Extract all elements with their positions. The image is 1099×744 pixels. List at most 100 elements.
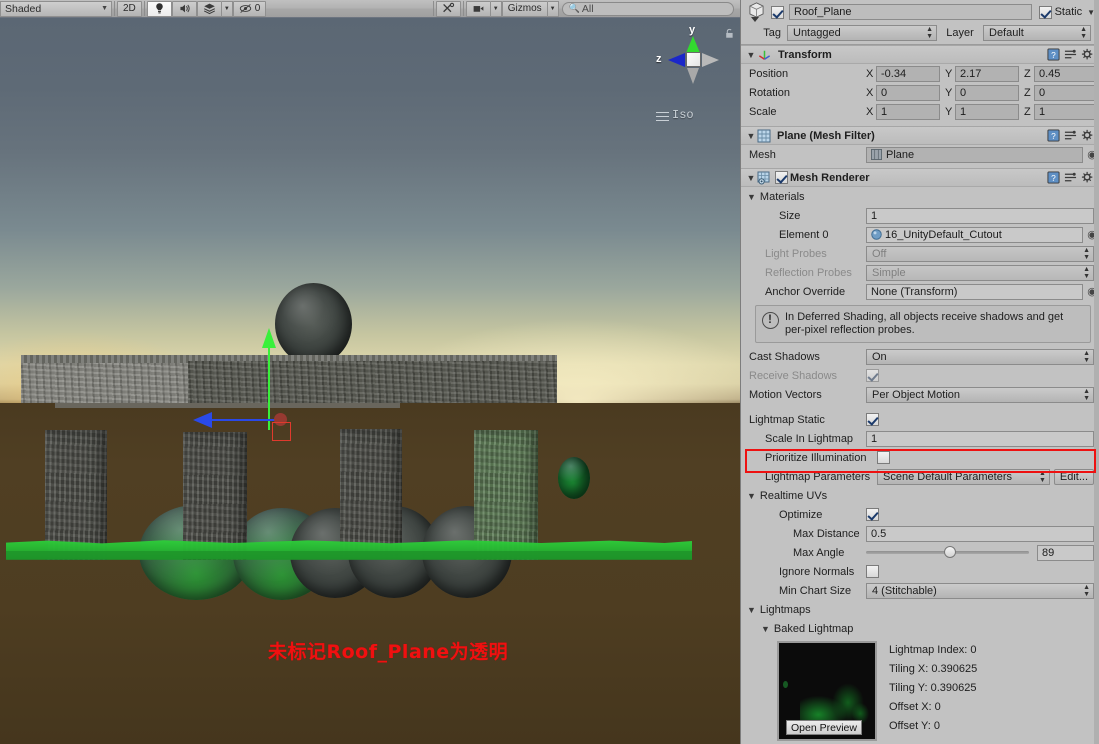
max-angle-slider[interactable]: [866, 546, 1029, 558]
gear-icon[interactable]: [1081, 171, 1094, 184]
max-angle-value-field[interactable]: 89: [1037, 544, 1094, 561]
gizmo-cone-left[interactable]: [668, 53, 685, 67]
element0-field[interactable]: 16_UnityDefault_Cutout: [866, 226, 1083, 243]
gizmo-cone-up[interactable]: [686, 36, 700, 53]
preset-sliders-icon[interactable]: [1064, 171, 1077, 184]
open-preview-button[interactable]: Open Preview: [786, 720, 862, 735]
gear-icon[interactable]: [1081, 129, 1094, 142]
object-active-checkbox[interactable]: [771, 5, 784, 19]
scene-viewport[interactable]: y z Iso 未标记Roof_Plane为透明: [0, 18, 740, 744]
realtime-uvs-foldout[interactable]: ▼ Realtime UVs: [741, 486, 1099, 505]
component-header-mesh-renderer[interactable]: ▼ Mesh Renderer ?: [741, 168, 1099, 187]
mesh-object-field[interactable]: Plane: [866, 146, 1083, 163]
foldout-arrow-icon[interactable]: ▼: [745, 131, 757, 141]
max-angle-slider-handle[interactable]: [944, 546, 957, 558]
help-book-icon[interactable]: ?: [1047, 171, 1060, 184]
gizmo-center-cube[interactable]: [686, 52, 701, 67]
lightmap-static-checkbox[interactable]: [866, 413, 879, 426]
pillar-2[interactable]: [183, 432, 247, 560]
scale-label: Scale: [749, 105, 777, 118]
ignore-normals-checkbox[interactable]: [866, 565, 879, 578]
scene-audio-toggle[interactable]: [171, 0, 197, 17]
position-z-field[interactable]: 0.45: [1034, 65, 1098, 82]
lightmap-preview-thumbnail[interactable]: Open Preview: [777, 641, 877, 741]
reflection-probes-dropdown[interactable]: Simple ▲ ▼: [866, 264, 1094, 281]
anchor-override-field[interactable]: None (Transform): [866, 283, 1083, 300]
foldout-arrow-icon[interactable]: ▼: [741, 192, 756, 202]
gizmo-cone-right[interactable]: [702, 53, 719, 67]
rotation-x-field[interactable]: 0: [876, 84, 940, 101]
scale-x-field[interactable]: 1: [876, 103, 940, 120]
help-book-icon[interactable]: ?: [1047, 48, 1060, 61]
projection-mode-label[interactable]: Iso: [672, 108, 694, 122]
effects-dropdown-arrow[interactable]: ▼: [221, 0, 233, 17]
baked-lightmap-foldout[interactable]: ▼ Baked Lightmap: [741, 619, 1099, 638]
scene-visibility-toggle[interactable]: 0: [232, 0, 267, 17]
gizmo-cone-down[interactable]: [687, 68, 699, 84]
rotation-z-field[interactable]: 0: [1034, 84, 1098, 101]
pillar-4-green[interactable]: [474, 430, 538, 560]
cast-shadows-dropdown[interactable]: On ▲ ▼: [866, 348, 1094, 365]
foldout-arrow-icon[interactable]: ▼: [741, 491, 756, 501]
preset-sliders-icon[interactable]: [1064, 48, 1077, 61]
component-header-transform[interactable]: ▼ Transform ?: [741, 45, 1099, 64]
scene-camera-button[interactable]: [465, 0, 491, 17]
gizmo-axis-x-arrow[interactable]: [193, 412, 212, 428]
scene-effects-toggle[interactable]: [196, 0, 222, 17]
mesh-renderer-enabled-checkbox[interactable]: [775, 171, 788, 184]
scene-lighting-toggle[interactable]: [146, 0, 172, 17]
min-chart-size-dropdown[interactable]: 4 (Stitchable) ▲ ▼: [866, 582, 1094, 599]
pillar-1[interactable]: [45, 430, 107, 560]
receive-shadows-checkbox[interactable]: [866, 369, 879, 382]
foldout-arrow-icon[interactable]: ▼: [741, 624, 770, 634]
prioritize-illumination-checkbox[interactable]: [877, 451, 890, 464]
foldout-arrow-icon[interactable]: ▼: [741, 605, 756, 615]
static-toggle-group[interactable]: Static ▼: [1038, 5, 1095, 19]
gizmos-button[interactable]: Gizmos: [501, 0, 548, 17]
scale-z-field[interactable]: 1: [1034, 103, 1098, 120]
materials-foldout[interactable]: ▼ Materials: [741, 187, 1099, 206]
preset-sliders-icon[interactable]: [1064, 129, 1077, 142]
scene-orientation-gizmo[interactable]: y z Iso: [656, 24, 735, 134]
gizmo-axis-y-arrow[interactable]: [262, 328, 276, 348]
gizmo-axis-y[interactable]: [268, 335, 270, 430]
roof-plane-right[interactable]: [188, 361, 557, 403]
position-x-field[interactable]: -0.34: [876, 65, 940, 82]
scale-in-lightmap-field[interactable]: 1: [866, 430, 1094, 447]
draw-mode-dropdown[interactable]: Shaded ▼: [0, 0, 112, 17]
gizmo-plane-handle[interactable]: [272, 422, 291, 441]
lightmaps-foldout[interactable]: ▼ Lightmaps: [741, 600, 1099, 619]
tag-dropdown[interactable]: Untagged ▲ ▼: [787, 24, 937, 41]
scene-search-input[interactable]: 🔍 All: [561, 1, 735, 16]
max-distance-field[interactable]: 0.5: [866, 525, 1094, 542]
floating-sphere[interactable]: [275, 283, 352, 365]
pillar-3[interactable]: [340, 429, 402, 559]
gizmos-dropdown-arrow[interactable]: ▼: [547, 0, 559, 17]
object-name-field[interactable]: Roof_Plane: [789, 4, 1032, 20]
foldout-arrow-icon[interactable]: ▼: [745, 50, 757, 60]
small-green-sphere[interactable]: [558, 457, 590, 499]
optimize-checkbox[interactable]: [866, 508, 879, 521]
help-book-icon[interactable]: ?: [1047, 129, 1060, 142]
rotation-y-field[interactable]: 0: [955, 84, 1019, 101]
toggle-2d-button[interactable]: 2D: [117, 0, 142, 17]
foldout-arrow-icon[interactable]: ▼: [745, 173, 757, 183]
lightmap-parameters-edit-button[interactable]: Edit...: [1053, 468, 1094, 485]
lightmap-parameters-dropdown[interactable]: Scene Default Parameters ▲ ▼: [877, 468, 1050, 485]
lock-icon[interactable]: [724, 28, 735, 39]
static-checkbox[interactable]: [1038, 5, 1052, 19]
roof-plane-left[interactable]: [21, 363, 188, 403]
layer-dropdown[interactable]: Default ▲ ▼: [983, 24, 1091, 41]
gear-icon[interactable]: [1081, 48, 1094, 61]
light-probes-dropdown[interactable]: Off ▲ ▼: [866, 245, 1094, 262]
inspector-scrollbar[interactable]: [1094, 0, 1099, 744]
position-y-field[interactable]: 2.17: [955, 65, 1019, 82]
scale-y-field[interactable]: 1: [955, 103, 1019, 120]
component-header-mesh-filter[interactable]: ▼ Plane (Mesh Filter) ?: [741, 126, 1099, 145]
motion-vectors-dropdown[interactable]: Per Object Motion ▲ ▼: [866, 386, 1094, 403]
chevron-down-icon[interactable]: [751, 17, 759, 22]
materials-size-field[interactable]: 1: [866, 207, 1094, 224]
camera-dropdown-arrow[interactable]: ▼: [490, 0, 502, 17]
gizmo-axis-x[interactable]: [205, 419, 275, 421]
scene-tools-button[interactable]: [435, 0, 461, 17]
